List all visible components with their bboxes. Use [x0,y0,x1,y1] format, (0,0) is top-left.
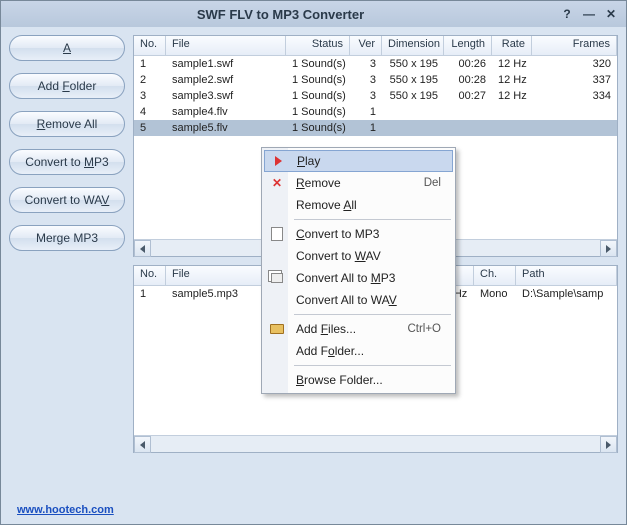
help-button[interactable]: ? [558,5,576,23]
col-no[interactable]: No. [134,36,166,55]
file-list-header[interactable]: No. File Status Ver Dimension Length Rat… [134,36,617,56]
col-file[interactable]: File [166,36,286,55]
sidebar: A Add Folder Remove All Convert to MP3 C… [9,35,125,453]
menu-add-folder[interactable]: Add Folder... [264,340,453,362]
scroll-left-button[interactable] [134,436,151,453]
menu-convert-all-wav[interactable]: Convert All to WAV [264,289,453,311]
col-no[interactable]: No. [134,266,166,285]
col-ch[interactable]: Ch. [474,266,516,285]
scroll-right-button[interactable] [600,436,617,453]
menu-remove[interactable]: ✕ Remove Del [264,172,453,194]
output-list-scrollbar[interactable] [134,435,617,452]
col-ver[interactable]: Ver [350,36,382,55]
close-button[interactable]: ✕ [602,5,620,23]
add-folder-button[interactable]: Add Folder [9,73,125,99]
col-path[interactable]: Path [516,266,617,285]
merge-mp3-button[interactable]: Merge MP3 [9,225,125,251]
menu-add-files[interactable]: Add Files... Ctrl+O [264,318,453,340]
col-dim[interactable]: Dimension [382,36,444,55]
stack-icon [268,269,286,287]
table-row[interactable]: 3sample3.swf1 Sound(s)3550 x 19500:2712 … [134,88,617,104]
menu-remove-all[interactable]: Remove All [264,194,453,216]
col-len[interactable]: Length [444,36,492,55]
menu-browse-folder[interactable]: Browse Folder... [264,369,453,391]
remove-icon: ✕ [268,174,286,192]
minimize-button[interactable]: — [580,5,598,23]
scroll-left-button[interactable] [134,240,151,257]
table-row[interactable]: 1sample1.swf1 Sound(s)3550 x 19500:2612 … [134,56,617,72]
menu-convert-all-mp3[interactable]: Convert All to MP3 [264,267,453,289]
menu-convert-wav[interactable]: Convert to WAV [264,245,453,267]
document-icon [268,225,286,243]
footer: www.hootech.com [17,502,114,516]
remove-all-button[interactable]: Remove All [9,111,125,137]
table-row[interactable]: 4sample4.flv1 Sound(s)1 [134,104,617,120]
window-title: SWF FLV to MP3 Converter [7,7,554,22]
add-files-button[interactable]: A [9,35,125,61]
convert-mp3-button[interactable]: Convert to MP3 [9,149,125,175]
play-icon [269,152,287,170]
table-row[interactable]: 5sample5.flv1 Sound(s)1 [134,120,617,136]
title-bar: SWF FLV to MP3 Converter ? — ✕ [1,1,626,27]
menu-convert-mp3[interactable]: Convert to MP3 [264,223,453,245]
convert-wav-button[interactable]: Convert to WAV [9,187,125,213]
menu-play[interactable]: Play [264,150,453,172]
col-frames[interactable]: Frames [532,36,617,55]
folder-open-icon [268,320,286,338]
context-menu: Play ✕ Remove Del Remove All Convert to … [261,147,456,394]
col-status[interactable]: Status [286,36,350,55]
website-link[interactable]: www.hootech.com [17,504,114,516]
scroll-right-button[interactable] [600,240,617,257]
table-row[interactable]: 2sample2.swf1 Sound(s)3550 x 19500:2812 … [134,72,617,88]
col-rate[interactable]: Rate [492,36,532,55]
